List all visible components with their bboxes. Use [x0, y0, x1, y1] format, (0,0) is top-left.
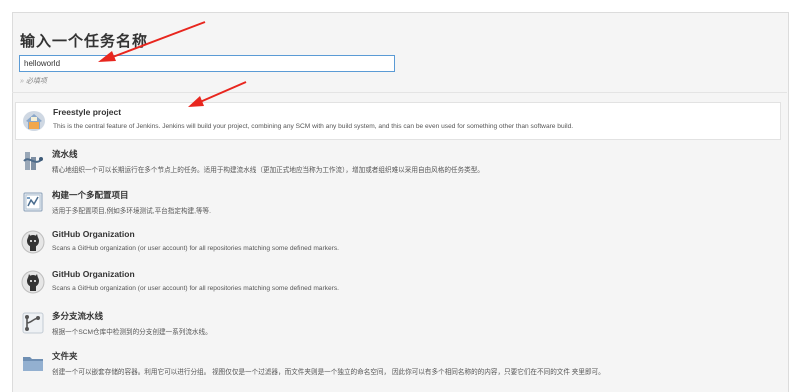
folder-icon [23, 357, 43, 371]
item-multibranch-pipeline[interactable]: 多分支流水线 根据一个SCM仓库中检测到的分支创建一系列流水线。 [15, 306, 781, 344]
page-title: 输入一个任务名称 [20, 33, 149, 50]
item-description: Scans a GitHub organization (or user acc… [52, 245, 339, 252]
item-description: 适用于多配置项目,例如多环境测试,平台指定构建,等等. [52, 208, 211, 215]
item-name: GitHub Organization [52, 269, 135, 279]
multibranch-pipeline-icon [22, 312, 44, 334]
pipeline-icon [23, 152, 43, 170]
item-name-input[interactable] [19, 55, 395, 72]
item-description: This is the central feature of Jenkins. … [53, 123, 574, 130]
item-pipeline[interactable]: 流水线 精心地组织一个可以长期运行在多个节点上的任务。适用于构建流水线（更加正式… [15, 144, 781, 182]
required-mark: » [20, 78, 24, 85]
item-folder[interactable]: 文件夹 创建一个可以嵌套存储的容器。利用它可以进行分组。 视图仅仅是一个过滤器，… [15, 346, 781, 384]
divider [12, 92, 787, 93]
item-name: 构建一个多配置项目 [52, 190, 129, 200]
required-hint: » 必填项 [20, 76, 47, 86]
github-octocat-icon [21, 270, 45, 294]
item-github-organization[interactable]: GitHub Organization Scans a GitHub organ… [15, 225, 781, 263]
item-name: 流水线 [52, 149, 78, 159]
item-freestyle-project[interactable]: Freestyle project This is the central fe… [15, 102, 781, 140]
multi-config-icon [23, 192, 43, 212]
item-name: Freestyle project [53, 107, 122, 117]
item-description: 创建一个可以嵌套存储的容器。利用它可以进行分组。 视图仅仅是一个过滤器，而文件夹… [52, 369, 605, 376]
item-description: Scans a GitHub organization (or user acc… [52, 285, 339, 292]
freestyle-project-icon [23, 111, 45, 131]
item-github-organization[interactable]: GitHub Organization Scans a GitHub organ… [15, 265, 781, 303]
item-description: 精心地组织一个可以长期运行在多个节点上的任务。适用于构建流水线（更加正式地应当称… [52, 167, 484, 174]
item-multi-configuration[interactable]: 构建一个多配置项目 适用于多配置项目,例如多环境测试,平台指定构建,等等. [15, 185, 781, 223]
item-name: 文件夹 [52, 351, 78, 361]
item-description: 根据一个SCM仓库中检测到的分支创建一系列流水线。 [52, 329, 212, 336]
github-octocat-icon [21, 230, 45, 254]
item-name: GitHub Organization [52, 229, 135, 239]
item-name: 多分支流水线 [52, 311, 104, 321]
required-text: 必填项 [25, 78, 47, 85]
